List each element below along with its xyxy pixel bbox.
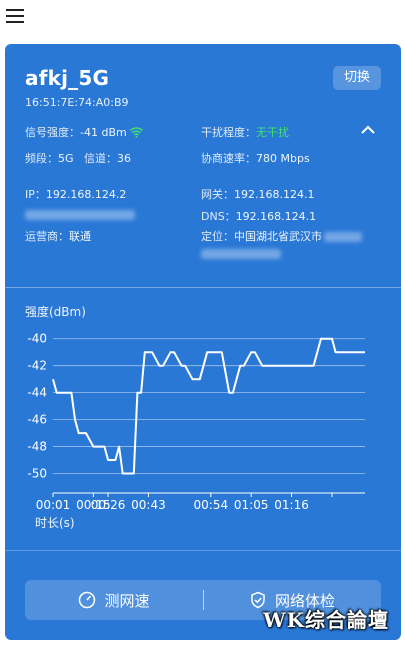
isp-row: 运营商：联通 <box>25 228 91 244</box>
channel-value: 36 <box>117 152 132 165</box>
x-tick-label: 01:05 <box>234 498 269 512</box>
band-value: 5G <box>58 152 74 165</box>
rate-row: 协商速率：780 Mbps <box>201 150 310 166</box>
y-tick-label: -50 <box>27 467 47 481</box>
signal-series-line <box>52 337 365 475</box>
bssid-text: 16:51:7E:74:A0:B9 <box>25 96 129 109</box>
chart-gridlines <box>53 338 365 474</box>
wifi-icon <box>129 127 143 138</box>
band-label: 频段： <box>25 152 58 165</box>
isp-value: 联通 <box>69 230 91 243</box>
x-tick-label: 00:54 <box>194 498 229 512</box>
signal-strength-row: 信号强度：-41 dBm <box>25 124 143 140</box>
chevron-up-icon[interactable] <box>360 124 376 136</box>
section-divider <box>5 287 401 288</box>
x-tick-label: 00:43 <box>131 498 166 512</box>
isp-label: 运营商： <box>25 230 69 243</box>
interference-row: 干扰程度：无干扰 <box>201 124 289 140</box>
band-channel-row: 频段：5G 信道：36 <box>25 150 131 166</box>
location-value: 中国湖北省武汉市 <box>234 230 322 243</box>
dns-label: DNS： <box>201 210 236 223</box>
location-label: 定位： <box>201 230 234 243</box>
redacted-location-line <box>201 247 281 260</box>
chart-y-title: 强度(dBm) <box>25 305 86 319</box>
speed-test-label: 测网速 <box>104 591 150 610</box>
y-tick-label: -48 <box>27 440 47 454</box>
y-tick-label: -40 <box>27 332 47 346</box>
location-row: 定位：中国湖北省武汉市 <box>201 228 362 244</box>
rate-label: 协商速率： <box>201 152 256 165</box>
gateway-value: 192.168.124.1 <box>234 188 315 201</box>
interference-label: 干扰程度： <box>201 126 256 139</box>
gateway-row: 网关：192.168.124.1 <box>201 186 314 202</box>
signal-value: -41 dBm <box>80 126 127 139</box>
rate-value: 780 Mbps <box>256 152 310 165</box>
y-tick-label: -42 <box>27 359 47 373</box>
bottom-divider <box>5 550 401 551</box>
signal-label: 信号强度： <box>25 126 80 139</box>
interference-value: 无干扰 <box>256 126 289 139</box>
speed-test-button[interactable]: 测网速 <box>25 580 203 620</box>
chart-x-ticks: 00:01 00:1500:26 00:43 00:54 01:05 01:16 <box>36 493 333 512</box>
forum-watermark: WK综合論壇 <box>263 608 389 632</box>
x-tick-label: 01:16 <box>274 498 309 512</box>
redacted-field <box>25 208 135 221</box>
ip-label: IP： <box>25 188 46 201</box>
dns-value: 192.168.124.1 <box>235 210 317 223</box>
y-tick-label: -44 <box>27 386 47 400</box>
switch-network-button[interactable]: 切换 <box>333 66 381 90</box>
chart-x-title: 时长(s) <box>35 516 75 530</box>
speedometer-icon <box>79 591 96 609</box>
dns-row: DNS：192.168.124.1 <box>201 208 316 224</box>
network-info-card: afkj_5G 16:51:7E:74:A0:B9 切换 信号强度：-41 dB… <box>5 44 401 640</box>
ssid-title: afkj_5G <box>25 66 110 90</box>
x-tick-label: 00:26 <box>91 498 126 512</box>
gateway-label: 网关： <box>201 188 234 201</box>
y-tick-label: -46 <box>27 413 47 427</box>
ip-value: 192.168.124.2 <box>45 188 127 201</box>
signal-strength-chart: -40-42-44-46-48-50 00:01 00:1500:26 00:43 0… <box>27 332 365 512</box>
x-tick-label: 00:01 <box>36 498 71 512</box>
chart-y-ticks: -40 -42 -44 -46 -48 -50 <box>27 332 47 481</box>
hamburger-menu-icon[interactable] <box>6 9 24 25</box>
channel-label: 信道： <box>84 152 118 165</box>
ip-row: IP：192.168.124.2 <box>25 186 126 202</box>
